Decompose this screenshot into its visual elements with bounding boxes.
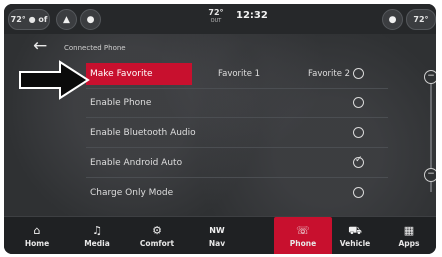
climate-left-control[interactable]: 72° ● of: [8, 9, 50, 30]
page-title: Connected Phone: [64, 44, 126, 52]
favorite-1-option[interactable]: Favorite 1: [218, 69, 260, 79]
infotainment-screen: 72° ● of ▲ ● 72° OUT 12:32 ● 72° ← Conne…: [4, 4, 436, 254]
steering-heat-icon[interactable]: ●: [80, 9, 101, 30]
row-label: Enable Bluetooth Audio: [90, 128, 196, 138]
nav-label: Home: [24, 238, 50, 248]
nav-label: Phone: [289, 238, 317, 248]
left-fan-mode: ● of: [28, 15, 48, 24]
nav-label: Vehicle: [339, 238, 371, 248]
music-note-icon: ♫: [92, 223, 102, 237]
settings-row-charge-only-mode[interactable]: Charge Only Mode: [86, 182, 386, 208]
nav-comfort[interactable]: ⚙ Comfort: [128, 217, 186, 254]
divider: [86, 88, 388, 89]
nav-label: Comfort: [139, 238, 175, 248]
bottom-nav: ⌂ Home ♫ Media ⚙ Comfort NW Nav ☏ Phone …: [4, 216, 436, 254]
outside-temp: 72° OUT: [204, 8, 228, 26]
nav-nav[interactable]: NW Nav: [188, 217, 246, 254]
nav-media[interactable]: ♫ Media: [68, 217, 126, 254]
seat-heat-icon: ⚙: [152, 223, 162, 237]
nav-home[interactable]: ⌂ Home: [8, 217, 66, 254]
row-label: Make Favorite: [90, 69, 153, 79]
right-temp: 72°: [413, 15, 429, 24]
clock: 12:32: [236, 10, 268, 21]
scroll-up-button[interactable]: −: [424, 70, 436, 84]
divider: [86, 177, 388, 178]
status-bar: 72° ● of ▲ ● 72° OUT 12:32 ● 72°: [4, 4, 436, 34]
nav-label: Nav: [208, 238, 226, 248]
left-temp: 72°: [10, 15, 26, 24]
make-favorite-radio[interactable]: [353, 68, 364, 79]
grid-icon: ▦: [403, 223, 415, 237]
nav-apps[interactable]: ▦ Apps: [380, 217, 436, 254]
favorite-2-option[interactable]: Favorite 2: [308, 69, 350, 79]
enable-bluetooth-audio-radio[interactable]: [353, 127, 364, 138]
enable-android-auto-radio[interactable]: [353, 156, 364, 168]
outside-temp-value: 72°: [208, 8, 224, 17]
passenger-seat-heat-icon[interactable]: ●: [382, 9, 403, 30]
settings-row-enable-android-auto[interactable]: Enable Android Auto: [86, 152, 386, 178]
climate-right-control[interactable]: 72°: [406, 9, 436, 30]
phone-icon: ☏: [296, 223, 310, 237]
nav-phone[interactable]: ☏ Phone: [274, 217, 332, 254]
settings-row-make-favorite[interactable]: Make Favorite Favorite 1 Favorite 2: [86, 63, 386, 89]
nav-label: Media: [84, 238, 110, 248]
divider: [86, 147, 388, 148]
row-label: Charge Only Mode: [90, 188, 174, 198]
nav-label: Apps: [398, 238, 420, 248]
callout-arrow-icon: [19, 60, 90, 100]
back-arrow-icon[interactable]: ←: [33, 38, 55, 56]
divider: [86, 117, 388, 118]
car-icon: ⛟: [348, 223, 362, 237]
row-label: Enable Phone: [90, 98, 152, 108]
settings-row-enable-bluetooth-audio[interactable]: Enable Bluetooth Audio: [86, 122, 386, 148]
scroll-down-button[interactable]: −: [424, 168, 436, 182]
outside-temp-label: OUT: [210, 18, 222, 24]
seat-heat-icon[interactable]: ▲: [56, 9, 77, 30]
charge-only-mode-radio[interactable]: [353, 187, 364, 198]
row-label: Enable Android Auto: [90, 158, 183, 168]
settings-row-enable-phone[interactable]: Enable Phone: [86, 92, 386, 118]
compass-icon: NW: [209, 225, 225, 235]
home-icon: ⌂: [33, 223, 41, 237]
enable-phone-radio[interactable]: [353, 97, 364, 108]
nav-vehicle[interactable]: ⛟ Vehicle: [326, 217, 384, 254]
